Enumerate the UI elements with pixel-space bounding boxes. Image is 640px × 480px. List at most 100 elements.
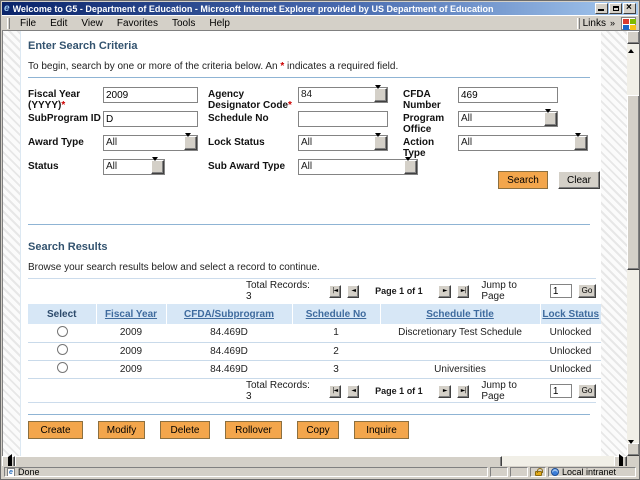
row-select-radio[interactable]: [56, 362, 68, 373]
prev-page-icon: ◄: [351, 387, 356, 394]
cell-lock-status: Unlocked: [540, 360, 601, 379]
windows-logo-icon: [621, 16, 636, 30]
lock-status-select[interactable]: All: [298, 133, 388, 151]
divider: [28, 414, 590, 415]
menu-item-help[interactable]: Help: [202, 17, 237, 30]
action-type-select[interactable]: All: [458, 133, 588, 151]
menu-item-view[interactable]: View: [74, 17, 110, 30]
scroll-down-button[interactable]: [627, 440, 639, 464]
next-page-button[interactable]: ►: [438, 384, 451, 398]
dropdown-arrow-icon: [184, 133, 197, 151]
delete-button[interactable]: Delete: [160, 421, 210, 439]
menu-item-tools[interactable]: Tools: [165, 17, 202, 30]
prev-page-button[interactable]: ◄: [347, 384, 360, 398]
column-header-fiscal-year[interactable]: Fiscal Year: [105, 309, 157, 320]
status-pane: [490, 467, 508, 477]
cell-schedule-no: 1: [292, 324, 380, 343]
row-select-radio[interactable]: [56, 344, 68, 355]
inquire-button[interactable]: Inquire: [354, 421, 409, 439]
column-header-schedule-title[interactable]: Schedule Title: [426, 309, 494, 320]
rollover-button[interactable]: Rollover: [225, 421, 282, 439]
schedule-no-input[interactable]: [298, 111, 388, 127]
right-margin-pattern: [601, 31, 627, 456]
search-results-instructions: Browse your search results below and sel…: [28, 262, 320, 273]
vertical-scroll-thumb[interactable]: [627, 95, 639, 270]
column-header-cfda-subprogram[interactable]: CFDA/Subprogram: [184, 309, 274, 320]
status-label: Status: [28, 161, 59, 172]
page-indicator: Page 1 of 1: [375, 286, 423, 296]
menu-item-file[interactable]: File: [13, 17, 43, 30]
menu-item-edit[interactable]: Edit: [43, 17, 74, 30]
cell-cfda-subprogram: 84.469D: [166, 324, 292, 343]
sub-award-type-label: Sub Award Type: [208, 161, 286, 172]
title-bar: e Welcome to G5 - Department of Educatio…: [2, 2, 638, 15]
minimize-button[interactable]: [595, 3, 608, 14]
cell-schedule-title: Universities: [380, 360, 540, 379]
cfda-number-input[interactable]: [458, 87, 558, 103]
award-type-label: Award Type: [28, 137, 84, 148]
scroll-up-icon: [628, 29, 634, 53]
chevron-right-icon: »: [609, 18, 615, 28]
page-content-area: Enter Search Criteria To begin, search b…: [2, 29, 639, 464]
schedule-no-label: Schedule No: [208, 113, 269, 124]
status-message-pane: e Done: [4, 467, 488, 477]
toolbar-grip[interactable]: [7, 17, 10, 29]
modify-button[interactable]: Modify: [98, 421, 145, 439]
subprogram-id-input[interactable]: [103, 111, 198, 127]
divider: [28, 224, 590, 225]
fiscal-year-input[interactable]: [103, 87, 198, 103]
program-office-label: Program Office: [403, 113, 445, 135]
left-margin-pattern: [3, 31, 20, 456]
next-page-button[interactable]: ►: [438, 284, 451, 298]
clear-button[interactable]: Clear: [558, 171, 600, 189]
first-page-button[interactable]: |◄: [328, 384, 341, 398]
divider: [28, 278, 596, 279]
go-button[interactable]: Go: [577, 284, 596, 298]
program-office-select[interactable]: All: [458, 109, 558, 127]
last-page-button[interactable]: ►|: [456, 284, 470, 298]
cfda-number-label: CFDA Number: [403, 89, 441, 111]
links-grip[interactable]: [576, 17, 580, 29]
fiscal-year-label: Fiscal Year (YYYY)*: [28, 89, 81, 111]
search-results-heading: Search Results: [28, 241, 108, 253]
links-toolbar[interactable]: Links »: [583, 18, 619, 29]
award-type-select[interactable]: All: [103, 133, 198, 151]
agency-designator-select[interactable]: 84: [298, 85, 388, 103]
jump-to-page-input[interactable]: [549, 384, 572, 398]
status-select[interactable]: All: [103, 157, 165, 175]
prev-page-button[interactable]: ◄: [347, 284, 360, 298]
last-page-button[interactable]: ►|: [456, 384, 470, 398]
search-button[interactable]: Search: [498, 171, 548, 189]
divider: [28, 402, 596, 403]
sub-award-type-select[interactable]: All: [298, 157, 418, 175]
jump-to-page-input[interactable]: [549, 284, 572, 298]
scroll-up-button[interactable]: [627, 29, 639, 53]
first-page-icon: |◄: [332, 287, 338, 294]
column-header-lock-status[interactable]: Lock Status: [542, 309, 599, 320]
close-button[interactable]: [623, 2, 636, 14]
menu-item-favorites[interactable]: Favorites: [110, 17, 165, 30]
copy-button[interactable]: Copy: [297, 421, 339, 439]
go-button[interactable]: Go: [577, 384, 596, 398]
row-select-radio[interactable]: [56, 325, 68, 337]
vertical-scrollbar[interactable]: [627, 29, 639, 464]
last-page-icon: ►|: [460, 387, 467, 394]
first-page-button[interactable]: |◄: [328, 284, 341, 298]
restore-button[interactable]: [609, 3, 622, 14]
ie-logo-icon: e: [4, 2, 10, 14]
column-header-schedule-no[interactable]: Schedule No: [306, 309, 367, 320]
search-criteria-instructions: To begin, search by one or more of the c…: [28, 61, 399, 72]
search-criteria-heading: Enter Search Criteria: [28, 40, 138, 52]
divider: [28, 77, 590, 78]
menu-bar: File Edit View Favorites Tools Help Link…: [2, 15, 638, 30]
page-indicator: Page 1 of 1: [375, 386, 423, 396]
cell-schedule-title: Discretionary Test Schedule: [380, 324, 540, 343]
dropdown-arrow-icon: [544, 109, 557, 127]
last-page-icon: ►|: [460, 287, 467, 294]
dropdown-arrow-icon: [374, 133, 387, 151]
total-records-label: Total Records: 3: [246, 280, 310, 302]
table-row: 2009 84.469D 2 Unlocked: [28, 342, 601, 361]
dropdown-arrow-icon: [574, 133, 587, 151]
create-button[interactable]: Create: [28, 421, 83, 439]
cell-lock-status: Unlocked: [540, 324, 601, 343]
